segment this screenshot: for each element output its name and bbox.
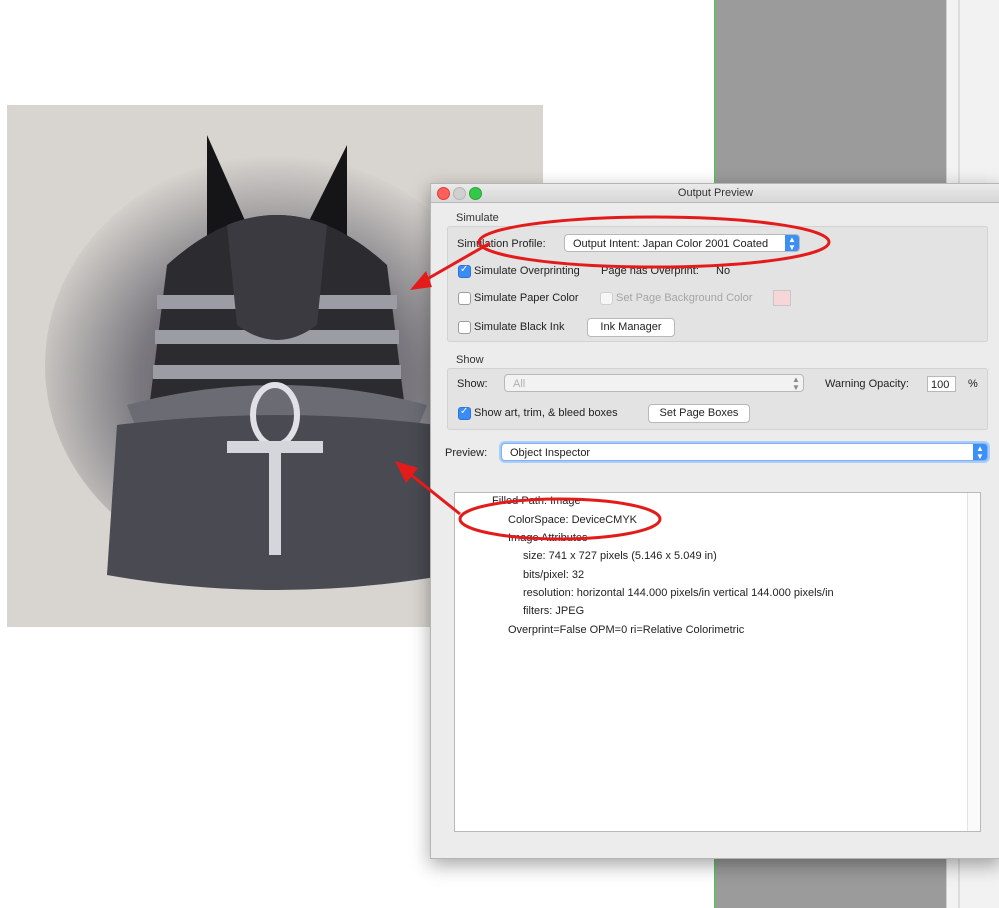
inspector-line: Filled Path: Image bbox=[492, 495, 581, 507]
page-has-overprint-value: No bbox=[716, 265, 731, 277]
preview-select[interactable]: Object Inspector ▲ ▼ bbox=[501, 443, 988, 461]
show-boxes-checkbox[interactable] bbox=[458, 406, 471, 420]
show-section-label: Show bbox=[456, 354, 484, 366]
show-select-value: All bbox=[513, 378, 526, 390]
show-boxes-label: Show art, trim, & bleed boxes bbox=[474, 407, 618, 419]
page-has-overprint-label: Page has Overprint: bbox=[601, 265, 699, 277]
set-page-background-color-label: Set Page Background Color bbox=[616, 292, 753, 304]
updown-chevron-icon: ▲ ▼ bbox=[973, 444, 987, 461]
ink-manager-button[interactable]: Ink Manager bbox=[587, 318, 675, 337]
preview-select-value: Object Inspector bbox=[510, 447, 591, 459]
updown-chevron-icon: ▲ ▼ bbox=[785, 235, 799, 252]
inspector-scrollbar[interactable] bbox=[967, 493, 980, 831]
simulation-profile-select[interactable]: Output Intent: Japan Color 2001 Coated ▲… bbox=[564, 234, 800, 252]
inspector-line: size: 741 x 727 pixels (5.146 x 5.049 in… bbox=[523, 550, 717, 562]
simulate-group: Simulation Profile: Output Intent: Japan… bbox=[447, 226, 988, 342]
warning-opacity-label: Warning Opacity: bbox=[825, 378, 909, 390]
simulation-profile-label: Simulation Profile: bbox=[457, 238, 546, 250]
simulate-section-label: Simulate bbox=[456, 212, 499, 224]
inspector-line: bits/pixel: 32 bbox=[523, 569, 585, 581]
preview-label: Preview: bbox=[445, 447, 488, 459]
show-label: Show: bbox=[457, 378, 488, 390]
inspector-line: filters: JPEG bbox=[523, 605, 585, 617]
show-group: Show: All ▲▼ Warning Opacity: 100 % Show… bbox=[447, 368, 988, 430]
simulate-black-ink-checkbox[interactable] bbox=[458, 321, 471, 334]
simulate-overprinting-label: Simulate Overprinting bbox=[474, 265, 580, 277]
simulation-profile-value: Output Intent: Japan Color 2001 Coated bbox=[573, 238, 769, 250]
simulate-paper-color-label: Simulate Paper Color bbox=[474, 292, 579, 304]
set-page-boxes-button[interactable]: Set Page Boxes bbox=[648, 404, 750, 423]
inspector-line: ColorSpace: DeviceCMYK bbox=[508, 514, 637, 526]
simulate-overprinting-checkbox[interactable] bbox=[458, 264, 471, 278]
show-select[interactable]: All ▲ ▼ bbox=[504, 374, 804, 392]
inspector-line: Overprint=False OPM=0 ri=Relative Colori… bbox=[508, 624, 745, 636]
dialog-title: Output Preview bbox=[677, 187, 754, 199]
updown-chevron-icon: ▲ ▼ bbox=[792, 375, 800, 392]
object-inspector-panel[interactable]: Filled Path: Image ColorSpace: DeviceCMY… bbox=[454, 492, 981, 832]
warning-opacity-input[interactable]: 100 bbox=[927, 376, 956, 392]
warning-opacity-unit: % bbox=[968, 378, 978, 390]
simulate-black-ink-label: Simulate Black Ink bbox=[474, 321, 565, 333]
simulate-paper-color-checkbox[interactable] bbox=[458, 292, 471, 305]
set-page-background-color-checkbox[interactable] bbox=[600, 292, 613, 305]
dialog-titlebar[interactable]: Output Preview bbox=[431, 184, 999, 203]
page-background-color-swatch[interactable] bbox=[773, 290, 791, 306]
inspector-line: Image Attributes bbox=[508, 532, 588, 544]
inspector-line: resolution: horizontal 144.000 pixels/in… bbox=[523, 587, 834, 599]
output-preview-dialog: Output Preview Simulate Simulation Profi… bbox=[430, 183, 999, 859]
